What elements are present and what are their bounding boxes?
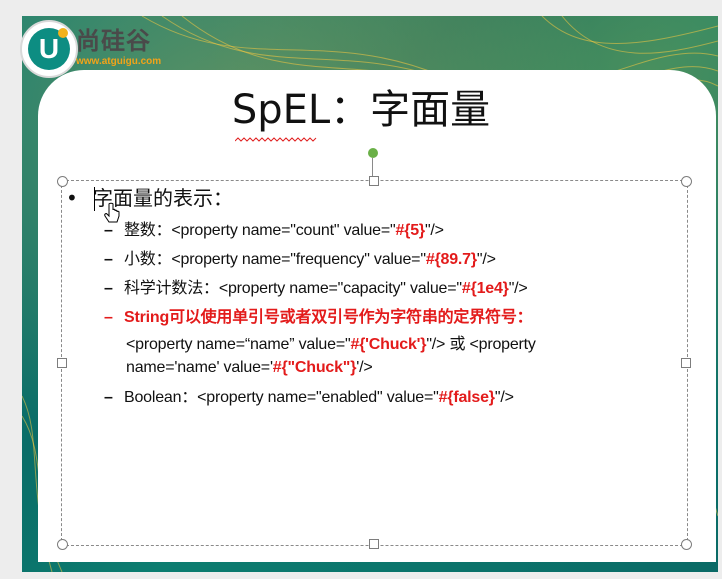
brand-logo: U 尚硅谷 www.atguigu.com <box>20 20 200 78</box>
item-expression: #{"Chuck"} <box>272 359 357 376</box>
item-code-end: "/> 或 <property <box>426 336 536 353</box>
item-code-end: '/> <box>356 359 373 376</box>
item-expression: #{'Chuck'} <box>350 336 427 353</box>
bullet-dot: • <box>66 186 78 210</box>
bullet-heading: • 字面量的表示： <box>66 184 233 212</box>
mouse-cursor-icon <box>104 202 120 223</box>
item-expression: #{false} <box>438 389 495 406</box>
item-code-end: "/> <box>508 280 528 297</box>
item-expression: #{1e4} <box>461 280 509 297</box>
item-label: Boolean： <box>124 389 198 406</box>
sub-item-string: – String可以使用单引号或者双引号作为字符串的定界符号： <box>104 307 533 329</box>
item-label: String可以使用单引号或者双引号作为字符串的定界符号： <box>124 309 533 326</box>
text-caret <box>94 187 95 211</box>
spellcheck-underline <box>235 137 317 142</box>
dash-marker: – <box>104 309 113 326</box>
sub-item-integer: – 整数：<property name="count" value="#{5}"/… <box>104 220 444 242</box>
item-code: name='name' value=' <box>126 359 273 376</box>
logo-brand-text: 尚硅谷 <box>76 27 151 55</box>
sub-item-boolean: – Boolean：<property name="enabled" value=… <box>104 387 514 409</box>
item-expression: #{89.7} <box>425 251 477 268</box>
resize-handle-top[interactable] <box>369 176 379 186</box>
sub-item-scientific: – 科学计数法：<property name="capacity" value="… <box>104 278 528 300</box>
rotation-handle[interactable] <box>368 148 378 158</box>
resize-handle-bottom-left[interactable] <box>57 539 68 550</box>
sub-item-string-line2: <property name=“name” value="#{'Chuck'}"… <box>126 334 536 356</box>
item-code: <property name="count" value=" <box>171 222 396 239</box>
logo-dot <box>58 28 68 38</box>
sub-item-string-line3: name='name' value='#{"Chuck"}'/> <box>126 357 373 379</box>
resize-handle-bottom-right[interactable] <box>681 539 692 550</box>
item-label: 科学计数法： <box>124 280 219 297</box>
dash-marker: – <box>104 251 113 268</box>
sub-item-decimal: – 小数：<property name="frequency" value="#{… <box>104 249 496 271</box>
item-label: 小数： <box>124 251 172 268</box>
resize-handle-top-right[interactable] <box>681 176 692 187</box>
dash-marker: – <box>104 389 113 406</box>
resize-handle-bottom[interactable] <box>369 539 379 549</box>
item-code-end: "/> <box>494 389 514 406</box>
item-code: <property name="enabled" value=" <box>197 389 439 406</box>
logo-url: www.atguigu.com <box>76 56 162 67</box>
item-code-end: "/> <box>424 222 444 239</box>
item-code: <property name=“name” value=" <box>126 336 351 353</box>
item-label: 整数： <box>124 222 172 239</box>
dash-marker: – <box>104 280 113 297</box>
slide-title[interactable]: SpEL：字面量 <box>0 82 722 138</box>
resize-handle-left[interactable] <box>57 358 67 368</box>
logo-badge: U <box>20 20 78 78</box>
item-code-end: "/> <box>476 251 496 268</box>
item-code: <property name="capacity" value=" <box>218 280 462 297</box>
item-expression: #{5} <box>395 222 425 239</box>
item-code: <property name="frequency" value=" <box>171 251 426 268</box>
presentation-window: U 尚硅谷 www.atguigu.com SpEL：字面量 • 字面量的表示： … <box>0 0 722 579</box>
resize-handle-right[interactable] <box>681 358 691 368</box>
